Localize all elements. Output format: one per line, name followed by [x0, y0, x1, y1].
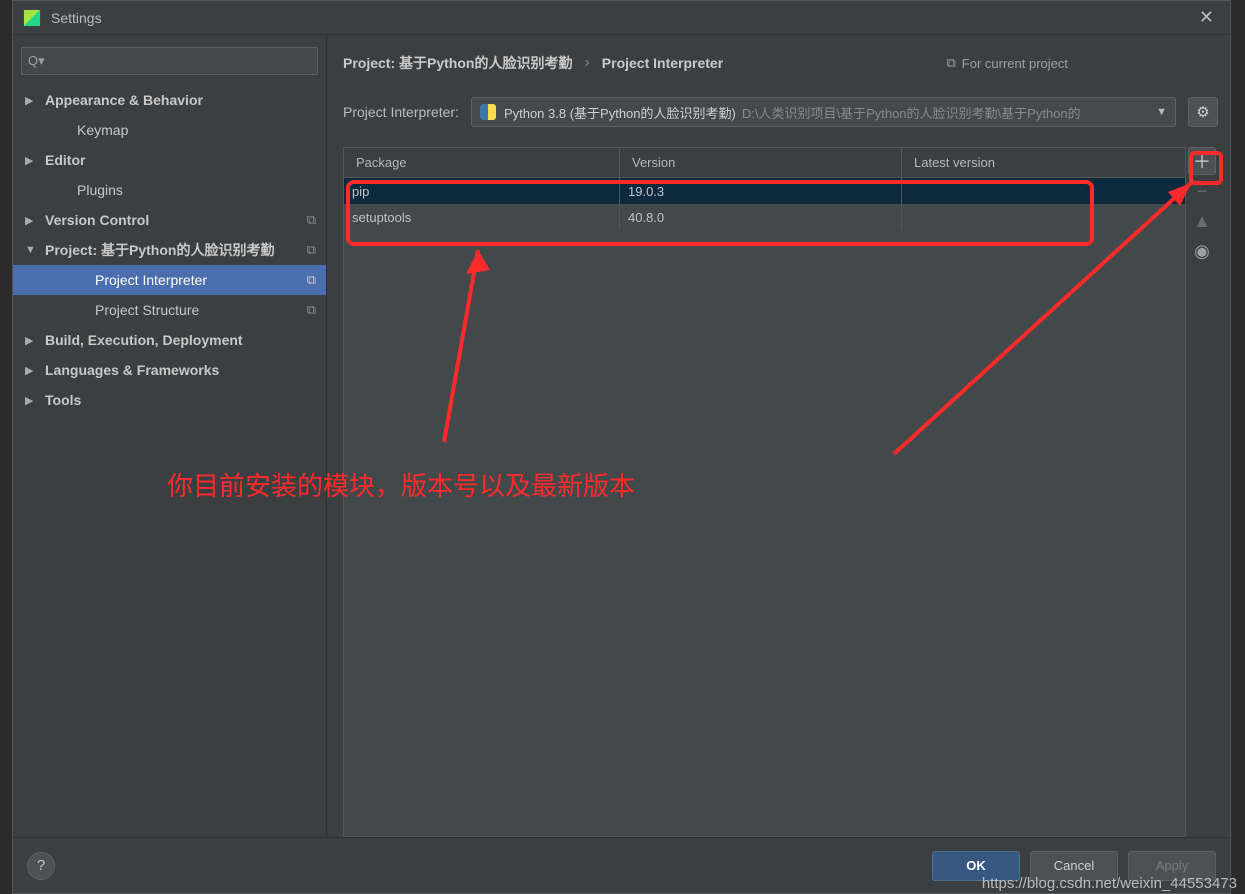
interpreter-name: Python 3.8 (基于Python的人脸识别考勤): [504, 103, 736, 122]
col-package[interactable]: Package: [344, 148, 620, 177]
breadcrumb-project: Project: 基于Python的人脸识别考勤: [343, 53, 572, 73]
editor-gutter: [0, 0, 12, 894]
upgrade-package-button[interactable]: ▲: [1188, 207, 1216, 235]
sidebar-item-label: Version Control: [45, 212, 307, 228]
sidebar-item-label: Project Interpreter: [95, 272, 307, 288]
sidebar-item-label: Project Structure: [95, 302, 307, 318]
cell-version: 40.8.0: [620, 204, 902, 230]
cell-name: pip: [344, 178, 620, 204]
sidebar-item-label: Project: 基于Python的人脸识别考勤: [45, 240, 307, 260]
pycharm-icon: [23, 9, 41, 27]
sidebar-item-label: Plugins: [77, 182, 316, 198]
sidebar-item-label: Keymap: [77, 122, 316, 138]
gear-icon: ⚙: [1196, 103, 1209, 121]
sidebar-item-label: Languages & Frameworks: [45, 362, 316, 378]
cancel-button[interactable]: Cancel: [1030, 851, 1118, 881]
python-icon: [480, 104, 496, 120]
table-row[interactable]: setuptools40.8.0: [344, 204, 1185, 230]
up-arrow-icon: ▲: [1193, 211, 1211, 232]
copy-icon: ⧉: [947, 55, 956, 71]
sidebar-item-plugins[interactable]: Plugins: [13, 175, 326, 205]
breadcrumb-page: Project Interpreter: [602, 55, 723, 71]
ok-button[interactable]: OK: [932, 851, 1020, 881]
sidebar-item-label: Build, Execution, Deployment: [45, 332, 316, 348]
interpreter-dropdown[interactable]: Python 3.8 (基于Python的人脸识别考勤) D:\人类识别项目\基…: [471, 97, 1176, 127]
copy-icon: ⧉: [307, 242, 316, 258]
search-field[interactable]: [49, 54, 311, 69]
chevron-right-icon: [25, 154, 39, 167]
copy-icon: ⧉: [307, 212, 316, 228]
help-button[interactable]: ?: [27, 852, 55, 880]
sidebar-item-appearance-behavior[interactable]: Appearance & Behavior: [13, 85, 326, 115]
breadcrumb-sep: ›: [584, 54, 589, 72]
sidebar-item-languages-frameworks[interactable]: Languages & Frameworks: [13, 355, 326, 385]
settings-dialog: Settings ✕ Q▾ Appearance & Behavior Keyma…: [12, 0, 1231, 894]
plus-icon: ＋: [1193, 148, 1211, 174]
cell-version: 19.0.3: [620, 178, 902, 204]
interpreter-label: Project Interpreter:: [343, 104, 459, 120]
copy-icon: ⧉: [307, 272, 316, 288]
sidebar-item-label: Appearance & Behavior: [45, 92, 316, 108]
titlebar: Settings ✕: [13, 1, 1230, 35]
col-latest[interactable]: Latest version: [902, 148, 1185, 177]
chevron-down-icon: ▼: [1156, 106, 1167, 118]
dialog-footer: ? OK Cancel Apply: [13, 837, 1230, 893]
chevron-right-icon: [25, 214, 39, 227]
packages-rows: pip19.0.3setuptools40.8.0: [344, 178, 1185, 836]
sidebar-item-build-execution-deployment[interactable]: Build, Execution, Deployment: [13, 325, 326, 355]
close-icon[interactable]: ✕: [1193, 5, 1220, 30]
search-input[interactable]: Q▾: [21, 47, 318, 75]
main-panel: Project: 基于Python的人脸识别考勤 › Project Inter…: [327, 35, 1230, 837]
chevron-right-icon: [25, 94, 39, 107]
for-current-project: ⧉ For current project: [947, 55, 1069, 71]
sidebar-item-version-control[interactable]: Version Control⧉: [13, 205, 326, 235]
sidebar-item-tools[interactable]: Tools: [13, 385, 326, 415]
help-icon: ?: [37, 857, 45, 874]
copy-icon: ⧉: [307, 302, 316, 318]
minus-icon: −: [1197, 181, 1208, 202]
cell-name: setuptools: [344, 204, 620, 230]
search-icon: Q▾: [28, 53, 45, 69]
sidebar-item-label: Editor: [45, 152, 316, 168]
packages-table: Package Version Latest version pip19.0.3…: [343, 147, 1186, 837]
show-early-releases-button[interactable]: ◉: [1188, 237, 1216, 265]
interpreter-settings-button[interactable]: ⚙: [1188, 97, 1218, 127]
interpreter-path: D:\人类识别项目\基于Python的人脸识别考勤\基于Python的: [742, 103, 1081, 122]
eye-icon: ◉: [1194, 241, 1210, 262]
cell-latest: [902, 204, 1185, 230]
packages-toolbar: ＋ − ▲ ◉: [1186, 147, 1218, 837]
add-package-button[interactable]: ＋: [1188, 147, 1216, 175]
chevron-right-icon: [25, 394, 39, 407]
col-version[interactable]: Version: [620, 148, 902, 177]
chevron-right-icon: [25, 364, 39, 377]
sidebar-item-project-interpreter[interactable]: Project Interpreter⧉: [13, 265, 326, 295]
sidebar-item-label: Tools: [45, 392, 316, 408]
chevron-down-icon: [25, 244, 39, 256]
sidebar-item-editor[interactable]: Editor: [13, 145, 326, 175]
table-row[interactable]: pip19.0.3: [344, 178, 1185, 204]
breadcrumb: Project: 基于Python的人脸识别考勤 › Project Inter…: [343, 49, 1218, 77]
apply-button[interactable]: Apply: [1128, 851, 1216, 881]
settings-sidebar: Q▾ Appearance & Behavior Keymap Editor Plug…: [13, 35, 327, 837]
sidebar-item-project-structure[interactable]: Project Structure⧉: [13, 295, 326, 325]
chevron-right-icon: [25, 334, 39, 347]
window-title: Settings: [51, 10, 102, 26]
remove-package-button[interactable]: −: [1188, 177, 1216, 205]
settings-tree: Appearance & Behavior Keymap Editor Plugins…: [13, 85, 326, 415]
for-current-label: For current project: [962, 56, 1068, 71]
sidebar-item-project-python[interactable]: Project: 基于Python的人脸识别考勤⧉: [13, 235, 326, 265]
packages-header: Package Version Latest version: [344, 148, 1185, 178]
sidebar-item-keymap[interactable]: Keymap: [13, 115, 326, 145]
cell-latest: [902, 178, 1185, 204]
